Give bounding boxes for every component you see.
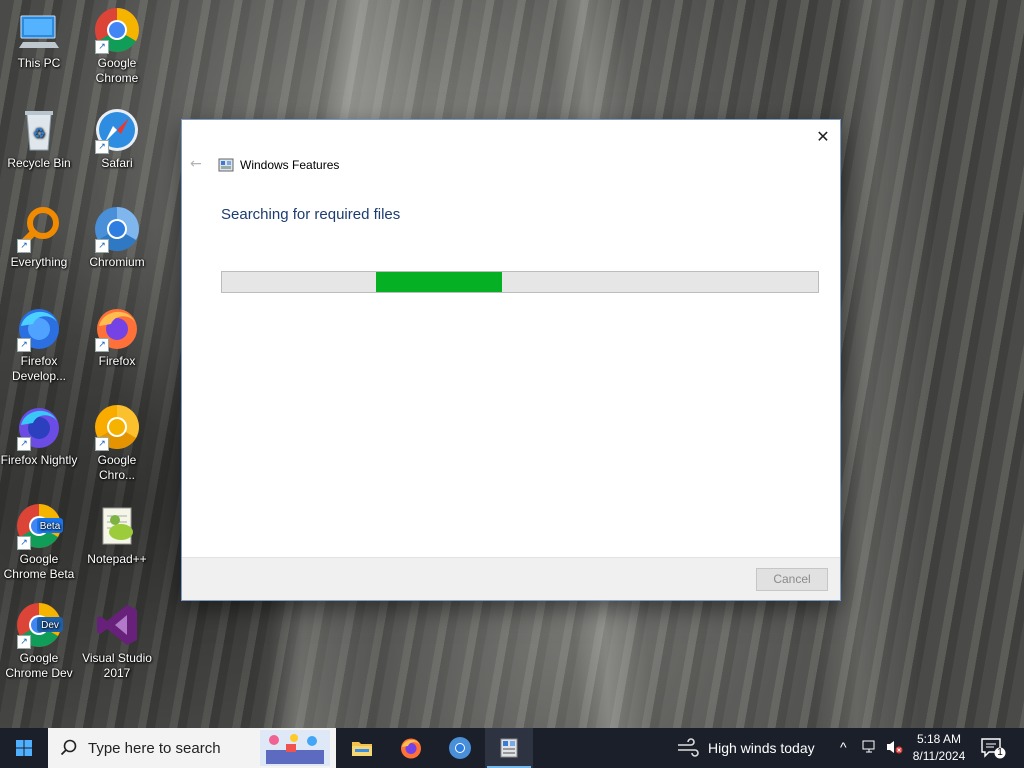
desktop-icon-label: Notepad++ (87, 552, 147, 566)
desktop-icon-label: Visual Studio 2017 (82, 651, 152, 680)
desktop-icon-this-pc[interactable]: This PC (0, 6, 78, 71)
progress-bar (221, 271, 819, 293)
wind-icon (678, 738, 699, 757)
desktop-icon-label: Google Chro... (97, 453, 137, 482)
desktop-icon-label: Chromium (89, 255, 145, 269)
shortcut-arrow-icon: ↗ (17, 239, 31, 253)
shortcut-arrow-icon: ↗ (95, 40, 109, 54)
shortcut-arrow-icon: ↗ (17, 635, 31, 649)
clock-time: 5:18 AM (916, 732, 962, 746)
windows-logo-icon (16, 740, 32, 756)
network-icon[interactable] (862, 739, 878, 758)
taskbar-app-file-explorer[interactable] (338, 728, 386, 768)
desktop-icon-label: Firefox Nightly (0, 453, 78, 467)
windows-features-icon (500, 738, 518, 758)
chrome-icon: ↗ (93, 6, 141, 54)
desktop-icon-label: Google Chrome Beta (3, 552, 75, 581)
chevron-up-icon[interactable]: ^ (840, 739, 847, 755)
svg-text:Dev: Dev (41, 620, 59, 631)
desktop-icon-label: This PC (17, 56, 61, 70)
shortcut-arrow-icon: ↗ (95, 239, 109, 253)
svg-text:♻: ♻ (33, 125, 46, 141)
search-placeholder: Type here to search (88, 740, 221, 757)
visual-studio-icon (93, 601, 141, 649)
desktop-icon-visual-studio[interactable]: Visual Studio 2017 (78, 601, 156, 681)
dialog-heading: Searching for required files (221, 206, 401, 223)
chrome-dev-icon: Dev ↗ (15, 601, 63, 649)
clock-date: 8/11/2024 (912, 749, 966, 763)
desktop-icon-safari[interactable]: ↗ Safari (78, 106, 156, 171)
desktop-icon-firefox[interactable]: ↗ Firefox (78, 304, 156, 369)
desktop-icon-label: Recycle Bin (7, 156, 71, 170)
desktop-icon-label: Safari (101, 156, 133, 170)
weather-text: High winds today (708, 740, 815, 756)
volume-muted-icon[interactable] (885, 739, 903, 758)
this-pc-icon (15, 6, 63, 54)
svg-text:Beta: Beta (40, 521, 61, 532)
close-button[interactable]: ✕ (812, 126, 834, 148)
desktop-icon-chrome-dev[interactable]: Dev ↗ Google Chrome Dev (0, 601, 78, 681)
taskbar-clock[interactable]: 5:18 AM 8/11/2024 (908, 731, 970, 765)
desktop-icon-firefox-nightly[interactable]: ↗ Firefox Nightly (0, 403, 78, 468)
chromium-icon: ↗ (93, 205, 141, 253)
desktop-icon-chromium[interactable]: ↗ Chromium (78, 205, 156, 270)
taskbar: Type here to search High winds today ^ 5… (0, 728, 1024, 768)
taskbar-app-firefox[interactable] (387, 728, 435, 768)
notepadpp-icon (93, 502, 141, 550)
shortcut-arrow-icon: ↗ (17, 536, 31, 550)
chromium-icon (449, 737, 471, 759)
file-explorer-icon (352, 742, 372, 756)
search-highlight-illustration-icon (260, 730, 330, 766)
desktop-icon-label: Firefox Develop... (11, 354, 67, 383)
desktop-icon-label: Google Chrome Dev (5, 651, 73, 680)
shortcut-arrow-icon: ↗ (17, 338, 31, 352)
back-arrow-icon: ← (190, 156, 202, 172)
desktop-icon-firefox-developer[interactable]: ↗ Firefox Develop... (0, 304, 78, 384)
dialog-footer: Cancel (182, 557, 840, 600)
desktop-icon-chrome-canary[interactable]: ↗ Google Chro... (78, 403, 156, 483)
taskbar-app-chromium[interactable] (436, 728, 484, 768)
desktop-icon-chrome-beta[interactable]: Beta ↗ Google Chrome Beta (0, 502, 78, 582)
shortcut-arrow-icon: ↗ (95, 140, 109, 154)
shortcut-arrow-icon: ↗ (95, 338, 109, 352)
firefox-icon (401, 738, 421, 759)
desktop-icon-recycle-bin[interactable]: ♻ Recycle Bin (0, 106, 78, 171)
desktop-icon-google-chrome[interactable]: ↗ Google Chrome (78, 6, 156, 86)
desktop-icon-notepadpp[interactable]: Notepad++ (78, 502, 156, 567)
desktop-icon-label: Everything (10, 255, 68, 269)
chrome-canary-icon: ↗ (93, 403, 141, 451)
desktop-icon-everything[interactable]: ↗ Everything (0, 205, 78, 270)
chrome-beta-icon: Beta ↗ (15, 502, 63, 550)
firefox-icon: ↗ (93, 304, 141, 352)
taskbar-app-windows-features[interactable] (485, 728, 533, 768)
search-icon (60, 739, 77, 756)
progress-bar-fill (375, 272, 503, 292)
windows-features-icon (218, 157, 234, 173)
notification-count: 1 (997, 747, 1003, 758)
shortcut-arrow-icon: ↗ (95, 437, 109, 451)
recycle-bin-icon: ♻ (15, 106, 63, 154)
weather-widget[interactable]: High winds today (674, 728, 824, 768)
firefox-developer-icon: ↗ (15, 304, 63, 352)
windows-features-dialog: ✕ ← Windows Features Searching for requi… (182, 120, 840, 600)
dialog-title: Windows Features (240, 158, 340, 172)
start-button[interactable] (0, 728, 48, 768)
shortcut-arrow-icon: ↗ (17, 437, 31, 451)
action-center-button[interactable]: 1 (980, 737, 1006, 762)
desktop-icon-label: Firefox (98, 354, 136, 368)
firefox-nightly-icon: ↗ (15, 403, 63, 451)
taskbar-search-box[interactable]: Type here to search (48, 728, 336, 768)
safari-icon: ↗ (93, 106, 141, 154)
cancel-button[interactable]: Cancel (756, 568, 828, 591)
desktop-icon-label: Google Chrome (95, 56, 139, 85)
everything-icon: ↗ (15, 205, 63, 253)
